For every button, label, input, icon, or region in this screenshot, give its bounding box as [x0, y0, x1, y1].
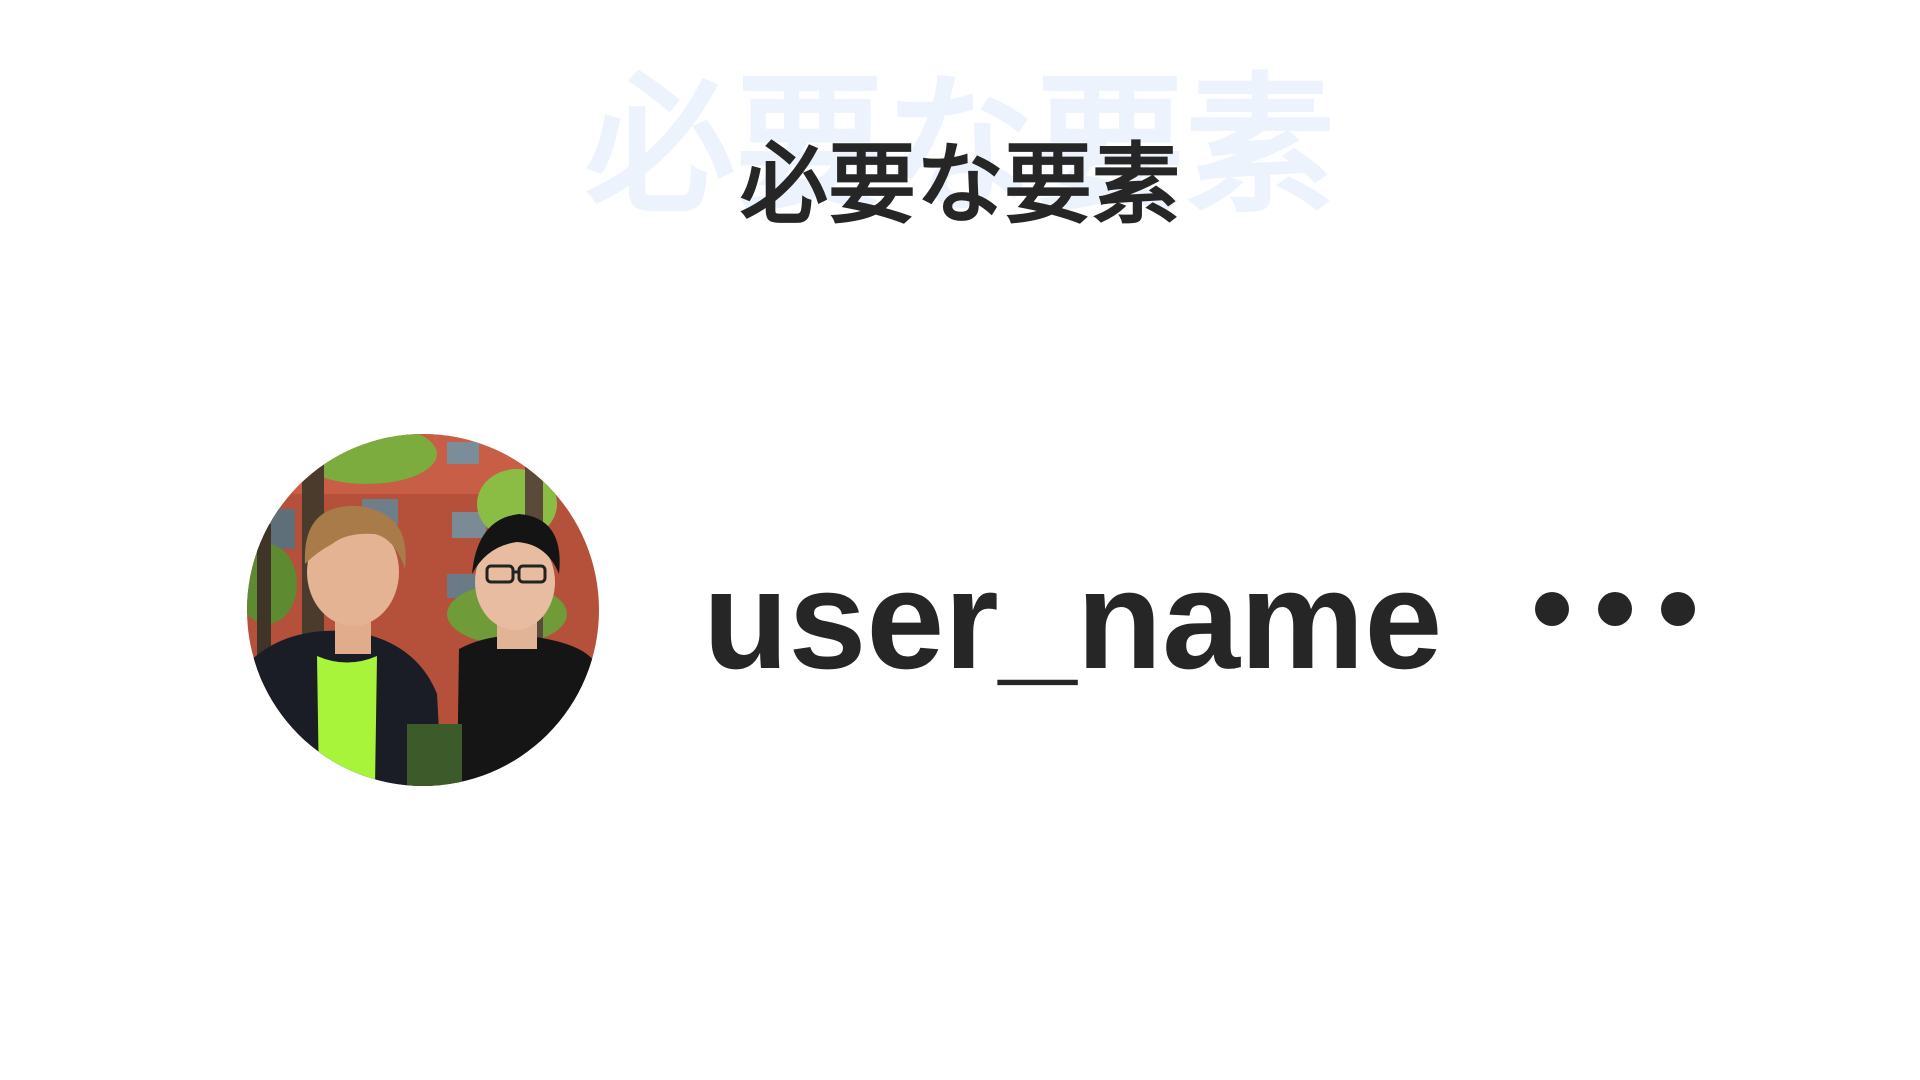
avatar-photo-icon — [247, 434, 599, 786]
dot — [1661, 592, 1695, 626]
page-title: 必要な要素 — [739, 133, 1180, 236]
slide: 必要な要素 必要な要素 user_name — [0, 0, 1920, 1080]
dot — [1535, 592, 1569, 626]
avatar[interactable] — [247, 434, 599, 786]
more-horizontal-icon[interactable] — [1535, 583, 1695, 635]
dot — [1598, 592, 1632, 626]
username[interactable]: user_name — [703, 540, 1442, 700]
